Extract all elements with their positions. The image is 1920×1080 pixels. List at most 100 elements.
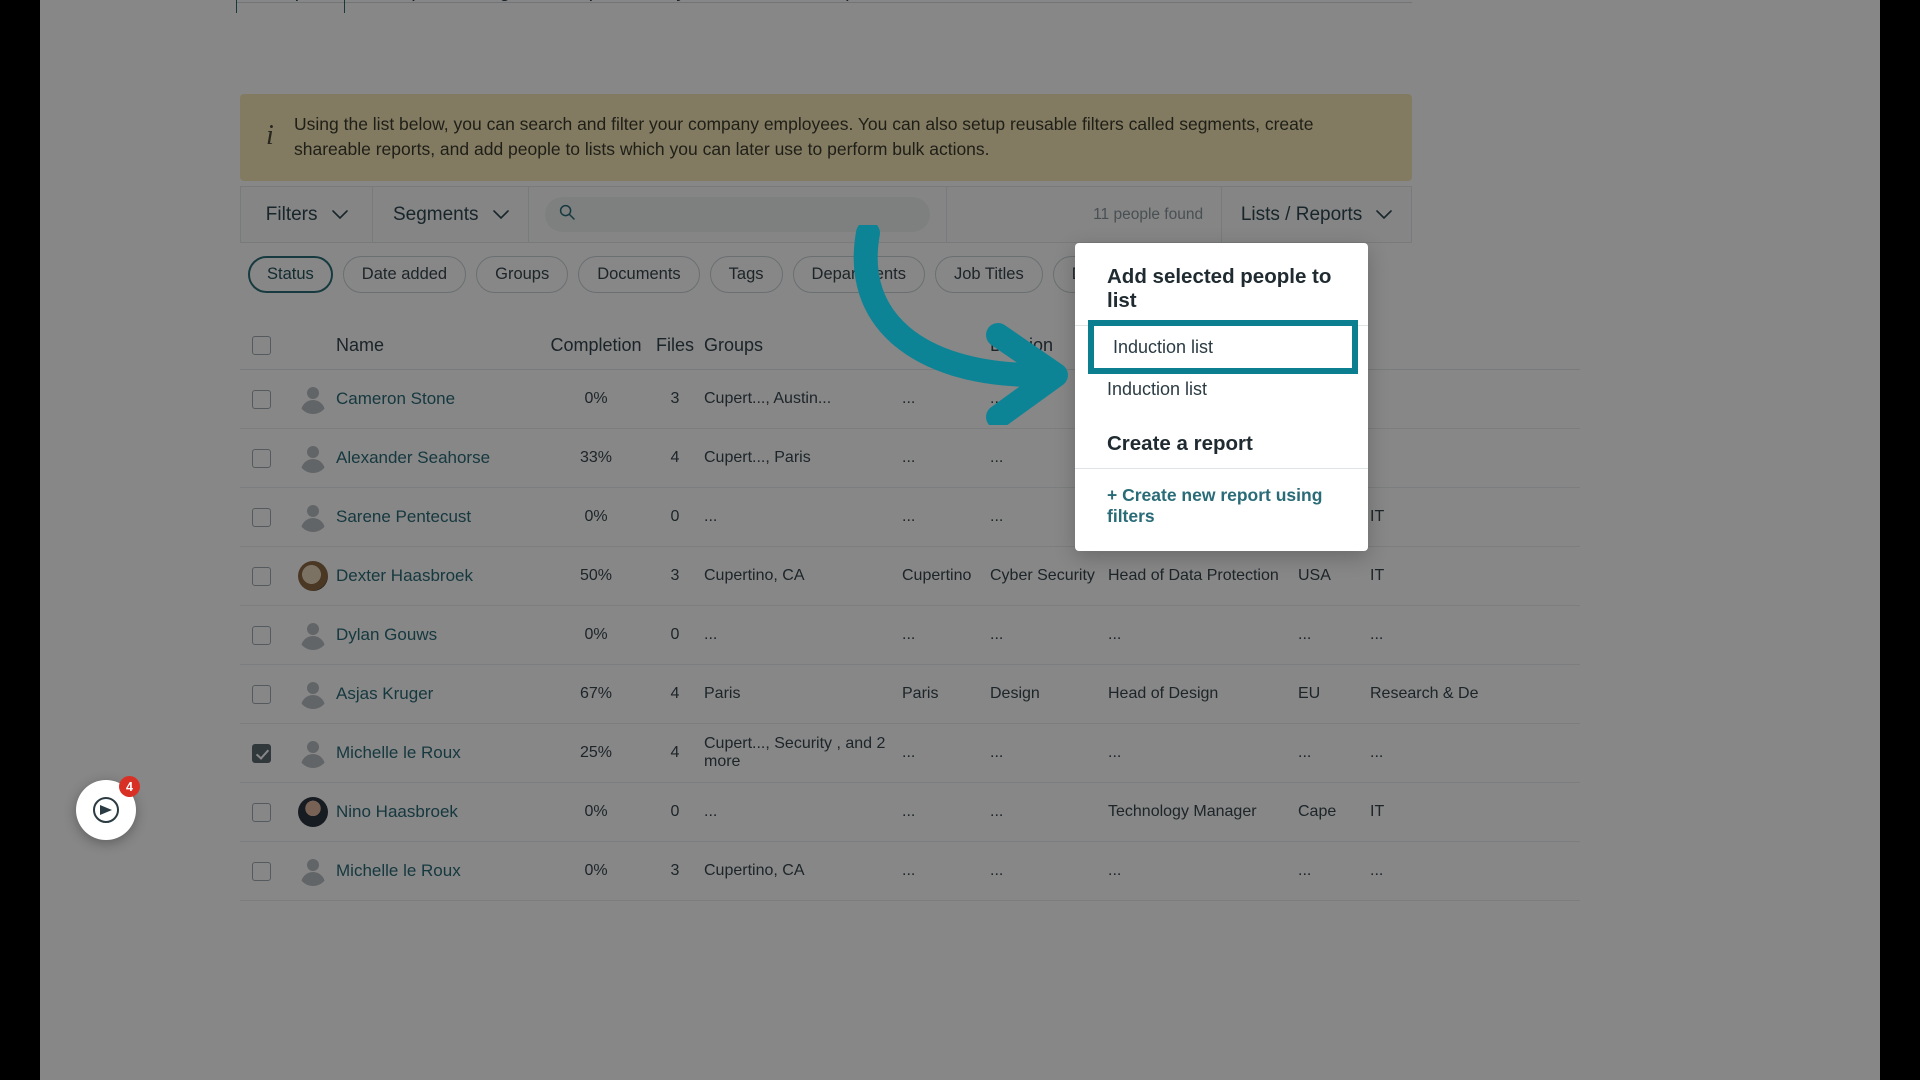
table-row[interactable]: Asjas Kruger 67% 4 Paris Paris Design He… — [240, 665, 1580, 724]
person-name-link[interactable]: Dylan Gouws — [336, 625, 546, 645]
row-checkbox[interactable] — [252, 684, 271, 704]
search-input[interactable] — [585, 205, 917, 224]
table-row[interactable]: Alexander Seahorse 33% 4 Cupert..., Pari… — [240, 429, 1580, 488]
department-value: IT — [1370, 508, 1385, 525]
table-row[interactable]: Michelle le Roux 25% 4 Cupert..., Securi… — [240, 724, 1580, 783]
pill-date-added[interactable]: Date added — [342, 256, 467, 293]
country-value: EU — [1298, 685, 1321, 702]
site-value: Cupertino — [902, 567, 972, 584]
highlight-induction-list[interactable]: Induction list — [1088, 320, 1358, 374]
person-name-link[interactable]: Dexter Haasbroek — [336, 566, 546, 586]
lists-reports-dropdown[interactable]: Lists / Reports — [1222, 187, 1411, 242]
tab-label: Import History — [568, 0, 686, 2]
col-completion[interactable]: Completion — [546, 335, 646, 356]
country-value: ... — [1298, 626, 1312, 643]
table-row[interactable]: Dylan Gouws 0% 0 ... ... ... ... ... ... — [240, 606, 1580, 665]
table-row[interactable]: Nino Haasbroek 0% 0 ... ... ... Technolo… — [240, 783, 1580, 842]
person-name-link[interactable]: Sarene Pentecust — [336, 507, 546, 527]
row-checkbox[interactable] — [252, 566, 271, 586]
row-checkbox[interactable] — [252, 507, 271, 527]
table-row[interactable]: Dexter Haasbroek 50% 3 Cupertino, CA Cup… — [240, 547, 1580, 606]
files-value: 4 — [670, 685, 680, 702]
division-value: ... — [990, 803, 1004, 820]
country-value: ... — [1298, 862, 1312, 879]
tab-reports[interactable]: Reports — [797, 0, 912, 13]
popup-list-item-induction[interactable]: Induction list — [1075, 369, 1368, 410]
popup-report-section: Create a report + Create new report usin… — [1075, 432, 1368, 527]
avatar — [298, 384, 328, 414]
department-value: Research & De — [1370, 685, 1479, 702]
col-site[interactable]: Site — [902, 335, 990, 356]
screen: People Groups Tags Import History Lists … — [0, 0, 1920, 1080]
tab-label: Tags — [479, 0, 519, 2]
avatar-cell — [290, 738, 336, 768]
department-value: ... — [1370, 744, 1384, 761]
country-value: ... — [1298, 744, 1312, 761]
chevron-down-icon — [1376, 209, 1393, 220]
division-value: ... — [990, 744, 1004, 761]
person-name-link[interactable]: Alexander Seahorse — [336, 448, 546, 468]
row-checkbox[interactable] — [252, 625, 271, 645]
table-row[interactable]: Sarene Pentecust 0% 0 ... ... ... Civil … — [240, 488, 1580, 547]
person-name-link[interactable]: Nino Haasbroek — [336, 802, 546, 822]
tab-people[interactable]: People — [236, 0, 346, 13]
avatar — [298, 561, 328, 591]
pill-status[interactable]: Status — [248, 256, 333, 293]
tab-tags[interactable]: Tags — [455, 0, 543, 13]
job-title-value: ... — [1108, 862, 1122, 879]
pill-documents[interactable]: Documents — [578, 256, 700, 293]
col-groups[interactable]: Groups — [704, 335, 902, 356]
create-new-report-link[interactable]: + Create new report using filters — [1075, 469, 1368, 527]
pill-job-titles[interactable]: Job Titles — [935, 256, 1043, 293]
row-checkbox[interactable] — [252, 861, 271, 881]
tab-label: People — [261, 0, 320, 2]
avatar — [298, 502, 328, 532]
files-value: 0 — [670, 626, 680, 643]
pill-tags[interactable]: Tags — [709, 256, 783, 293]
row-checkbox[interactable] — [252, 389, 271, 409]
groups-value: ... — [704, 626, 718, 643]
row-checkbox[interactable] — [252, 802, 271, 822]
person-name-link[interactable]: Asjas Kruger — [336, 684, 546, 704]
row-select-cell — [240, 802, 290, 822]
avatar-cell — [290, 502, 336, 532]
pill-groups[interactable]: Groups — [476, 256, 569, 293]
select-all-checkbox[interactable] — [252, 336, 271, 355]
lists-reports-popup: Add selected people to list + Create new… — [1075, 243, 1368, 551]
table-row[interactable]: Cameron Stone 0% 3 Cupert..., Austin... … — [240, 370, 1580, 429]
pill-departments[interactable]: Departments — [792, 256, 925, 293]
filters-dropdown[interactable]: Filters — [241, 187, 374, 242]
files-value: 4 — [670, 449, 680, 466]
avatar — [298, 797, 328, 827]
search-box[interactable] — [545, 197, 931, 232]
files-value: 0 — [670, 508, 680, 525]
filter-toolbar: Filters Segments 11 people found Lists /… — [240, 186, 1412, 243]
tab-groups[interactable]: Groups — [345, 0, 455, 13]
job-title-value: ... — [1108, 626, 1122, 643]
row-checkbox[interactable] — [252, 448, 271, 468]
job-title-value: ... — [1108, 744, 1122, 761]
person-name-link[interactable]: Michelle le Roux — [336, 743, 546, 763]
person-name-link[interactable]: Cameron Stone — [336, 389, 546, 409]
tab-import-history[interactable]: Import History — [544, 0, 710, 13]
department-value: IT — [1370, 567, 1385, 584]
popup-report-title: Create a report — [1075, 432, 1368, 469]
site-value: ... — [902, 626, 916, 643]
chat-icon — [93, 796, 119, 824]
chat-widget-button[interactable]: 4 — [76, 776, 140, 840]
table-row[interactable]: Michelle le Roux 0% 3 Cupertino, CA ... … — [240, 842, 1580, 901]
lists-reports-label: Lists / Reports — [1240, 203, 1363, 225]
segments-dropdown[interactable]: Segments — [373, 187, 530, 242]
avatar — [298, 738, 328, 768]
row-checkbox[interactable] — [252, 743, 271, 763]
popup-add-title: Add selected people to list — [1075, 265, 1368, 326]
completion-value: 0% — [584, 390, 608, 407]
segments-label: Segments — [392, 203, 479, 225]
site-value: ... — [902, 508, 916, 525]
tab-bar: People Groups Tags Import History Lists … — [236, 0, 911, 13]
tab-lists[interactable]: Lists — [710, 0, 797, 13]
groups-value: Paris — [704, 685, 741, 702]
col-name[interactable]: Name — [336, 335, 546, 356]
col-files[interactable]: Files — [646, 335, 704, 356]
person-name-link[interactable]: Michelle le Roux — [336, 861, 546, 881]
